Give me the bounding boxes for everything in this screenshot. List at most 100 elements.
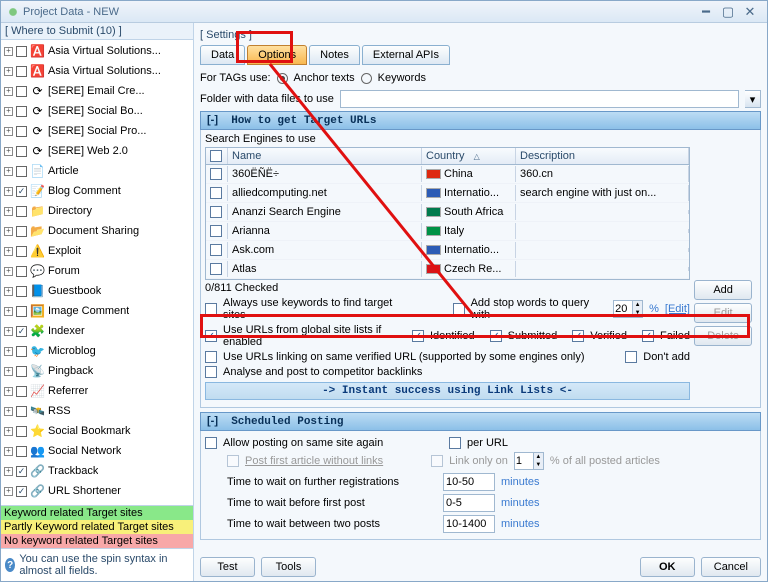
sidebar-item[interactable]: + 📁 Directory — [1, 201, 193, 221]
chk-analyse[interactable] — [205, 366, 217, 378]
expand-icon[interactable]: + — [4, 147, 13, 156]
radio-anchor[interactable] — [277, 73, 288, 84]
chk-use-global[interactable] — [205, 330, 217, 342]
row-checkbox[interactable] — [210, 244, 222, 256]
chk-verified[interactable] — [572, 330, 584, 342]
engine-checkbox[interactable] — [16, 346, 27, 357]
sidebar-item[interactable]: + 🅰️ Asia Virtual Solutions... — [1, 61, 193, 81]
expand-icon[interactable]: + — [4, 467, 13, 476]
col-country[interactable]: Country △ — [422, 148, 516, 164]
spin-up-icon[interactable]: ▲ — [632, 301, 642, 309]
expand-icon[interactable]: + — [4, 107, 13, 116]
chk-failed[interactable] — [642, 330, 654, 342]
sidebar-item[interactable]: + 📄 Article — [1, 161, 193, 181]
expand-icon[interactable]: + — [4, 247, 13, 256]
sidebar-item[interactable]: + ⭐ Social Bookmark — [1, 421, 193, 441]
engine-checkbox[interactable] — [16, 66, 27, 77]
edit-link[interactable]: [Edit] — [665, 303, 690, 315]
expand-icon[interactable]: + — [4, 287, 13, 296]
engine-checkbox[interactable] — [16, 86, 27, 97]
tab-data[interactable]: Data — [200, 45, 245, 65]
engine-checkbox[interactable] — [16, 106, 27, 117]
sidebar-item[interactable]: + 📂 Document Sharing — [1, 221, 193, 241]
engine-checkbox[interactable] — [16, 406, 27, 417]
col-description[interactable]: Description — [516, 148, 689, 164]
engine-checkbox[interactable] — [16, 266, 27, 277]
row-checkbox[interactable] — [210, 225, 222, 237]
sidebar-item[interactable]: + 📈 Referrer — [1, 381, 193, 401]
sidebar-item[interactable]: + ✓ 🧩 Indexer — [1, 321, 193, 341]
row-checkbox[interactable] — [210, 206, 222, 218]
folder-input[interactable] — [340, 90, 739, 108]
engine-checkbox[interactable] — [16, 366, 27, 377]
tab-options[interactable]: Options — [247, 45, 307, 65]
engine-checkbox[interactable] — [16, 286, 27, 297]
engine-checkbox[interactable] — [16, 446, 27, 457]
expand-icon[interactable]: + — [4, 187, 13, 196]
chk-add-stop[interactable] — [453, 303, 465, 315]
expand-icon[interactable]: + — [4, 47, 13, 56]
sidebar-item[interactable]: + 🅰️ Asia Virtual Solutions... — [1, 41, 193, 61]
expand-icon[interactable]: + — [4, 427, 13, 436]
expand-icon[interactable]: + — [4, 67, 13, 76]
expand-icon[interactable]: + — [4, 167, 13, 176]
link-lists-banner[interactable]: -> Instant success using Link Lists <- — [205, 382, 690, 400]
sidebar-item[interactable]: + ✓ 📝 Blog Comment — [1, 181, 193, 201]
expand-icon[interactable]: + — [4, 127, 13, 136]
engine-checkbox[interactable]: ✓ — [16, 186, 27, 197]
folder-dropdown[interactable]: ▾ — [745, 90, 761, 108]
sidebar-item[interactable]: + 📡 Pingback — [1, 361, 193, 381]
sidebar-item[interactable]: + 💬 Forum — [1, 261, 193, 281]
ok-button[interactable]: OK — [640, 557, 695, 577]
select-all-checkbox[interactable] — [210, 150, 222, 162]
sidebar-item[interactable]: + ✓ 🔗 Trackback — [1, 461, 193, 481]
expand-icon[interactable]: + — [4, 227, 13, 236]
maximize-button[interactable]: ▢ — [717, 4, 739, 20]
table-row[interactable]: Ananzi Search Engine South Africa — [206, 203, 689, 222]
engine-tree[interactable]: + 🅰️ Asia Virtual Solutions...+ 🅰️ Asia … — [1, 40, 193, 505]
expand-icon[interactable]: + — [4, 447, 13, 456]
sidebar-item[interactable]: + ⚠️ Exploit — [1, 241, 193, 261]
expand-icon[interactable]: + — [4, 327, 13, 336]
sidebar-item[interactable]: + 🖼️ Image Comment — [1, 301, 193, 321]
sidebar-item[interactable]: + 👥 Social Network — [1, 441, 193, 461]
delete-button[interactable]: Delete — [694, 326, 752, 346]
radio-keywords[interactable] — [361, 73, 372, 84]
chk-dont-add[interactable] — [625, 351, 637, 363]
minimize-button[interactable]: ━ — [695, 4, 717, 20]
chk-always-keywords[interactable] — [205, 303, 217, 315]
expand-icon[interactable]: + — [4, 407, 13, 416]
expand-icon[interactable]: + — [4, 487, 13, 496]
row-checkbox[interactable] — [210, 187, 222, 199]
expand-icon[interactable]: + — [4, 207, 13, 216]
engine-checkbox[interactable] — [16, 126, 27, 137]
chk-submitted[interactable] — [490, 330, 502, 342]
expand-icon[interactable]: + — [4, 387, 13, 396]
scheduled-posting-header[interactable]: [-] Scheduled Posting — [200, 412, 761, 431]
engine-checkbox[interactable] — [16, 246, 27, 257]
engine-checkbox[interactable] — [16, 386, 27, 397]
sidebar-item[interactable]: + ⟳ [SERE] Social Bo... — [1, 101, 193, 121]
expand-icon[interactable]: + — [4, 307, 13, 316]
table-row[interactable]: 360ËÑË÷ China 360.cn — [206, 165, 689, 184]
table-row[interactable]: Arianna Italy — [206, 222, 689, 241]
cancel-button[interactable]: Cancel — [701, 557, 761, 577]
wait-reg-input[interactable] — [443, 473, 495, 491]
chk-use-linking[interactable] — [205, 351, 217, 363]
test-button[interactable]: Test — [200, 557, 255, 577]
sidebar-item[interactable]: + 📘 Guestbook — [1, 281, 193, 301]
chk-allow-post[interactable] — [205, 437, 217, 449]
link-only-input[interactable] — [515, 453, 533, 469]
table-row[interactable]: alliedcomputing.net Internatio... search… — [206, 184, 689, 203]
spin-down-icon[interactable]: ▼ — [632, 309, 642, 317]
tools-button[interactable]: Tools — [261, 557, 316, 577]
add-button[interactable]: Add — [694, 280, 752, 300]
tab-notes[interactable]: Notes — [309, 45, 360, 65]
engine-checkbox[interactable]: ✓ — [16, 326, 27, 337]
engine-checkbox[interactable]: ✓ — [16, 486, 27, 497]
engine-checkbox[interactable] — [16, 166, 27, 177]
engine-checkbox[interactable] — [16, 46, 27, 57]
edit-button[interactable]: Edit — [694, 303, 752, 323]
engine-checkbox[interactable] — [16, 426, 27, 437]
row-checkbox[interactable] — [210, 168, 222, 180]
